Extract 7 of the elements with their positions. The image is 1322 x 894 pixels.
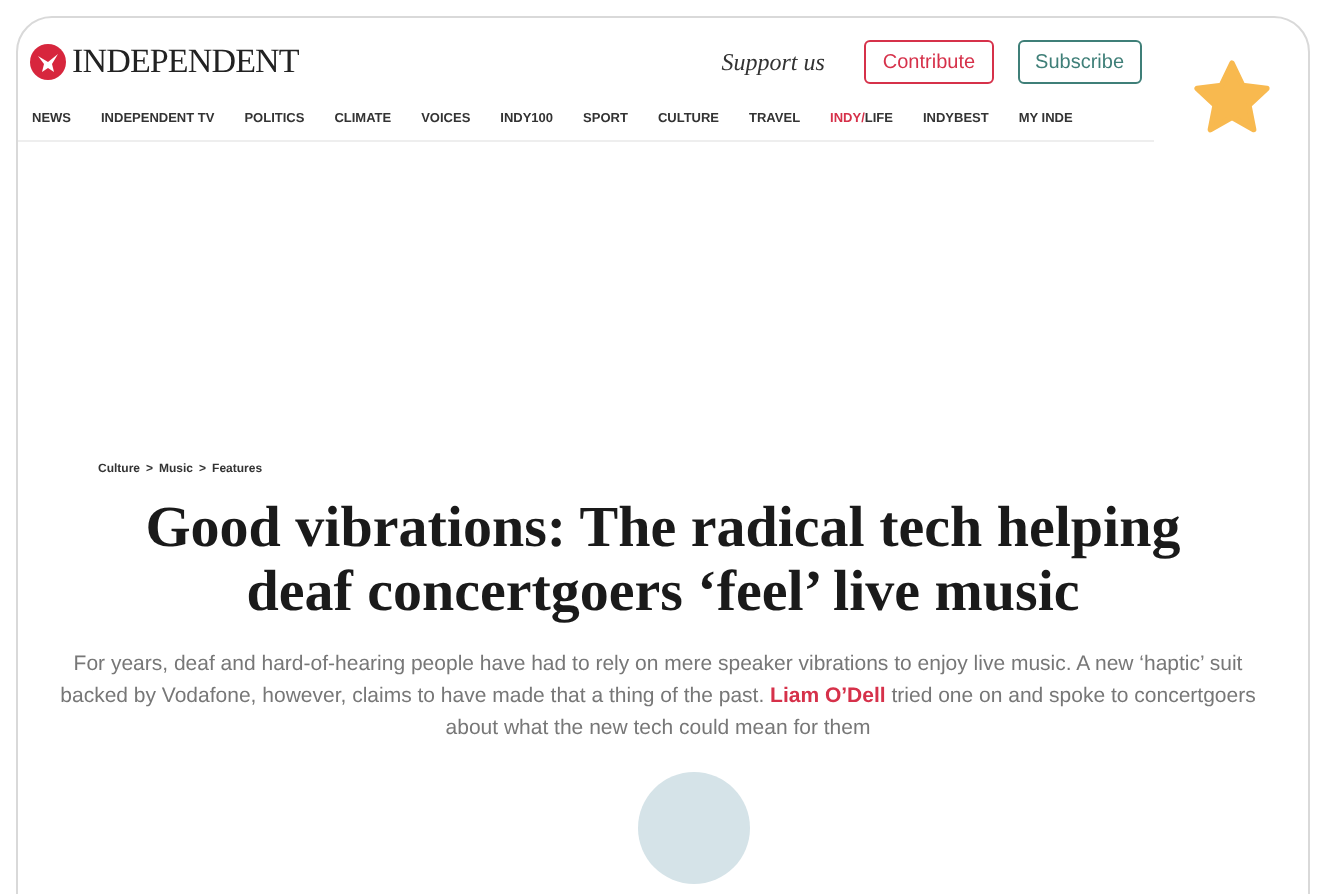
site-logo: INDEPENDENT — [72, 40, 299, 85]
author-link[interactable]: Liam O’Dell — [770, 684, 886, 708]
subscribe-button[interactable]: Subscribe — [1017, 40, 1142, 84]
article-headline: Good vibrations: The radical tech helping deaf concertgoers ‘feel’ live music — [143, 496, 1183, 624]
article-standfirst: For years, deaf and hard-of-hearing people have had to rely on mere speaker vibrations to enjoy live music. A new ‘haptic’ suit backed by Vodafone, however, claims to have made that a thing of the past. Liam O’Dell tried one on and spoke to concertgoers about what the new tech could mean for them — [58, 650, 1258, 744]
support-text: Support us — [721, 46, 825, 80]
contribute-button[interactable]: Contribute — [864, 40, 994, 84]
